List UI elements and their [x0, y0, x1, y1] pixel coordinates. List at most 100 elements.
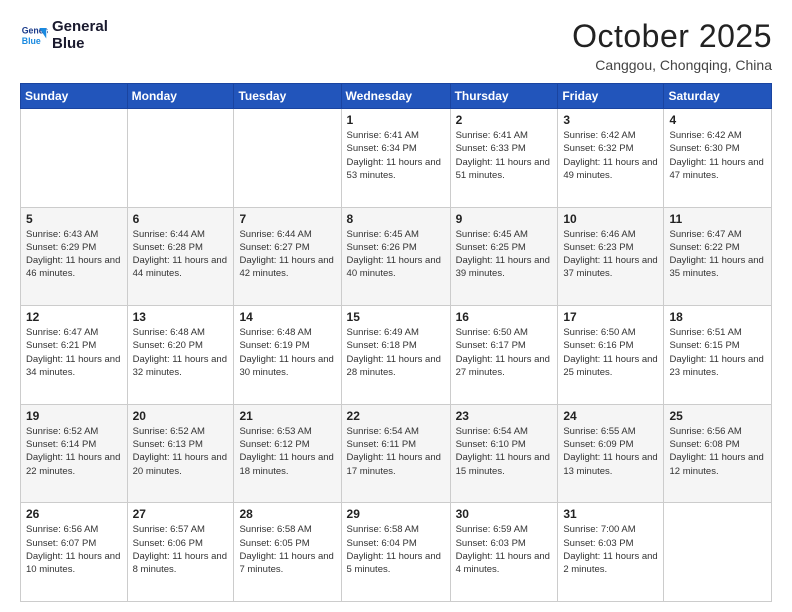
calendar: SundayMondayTuesdayWednesdayThursdayFrid… [20, 83, 772, 602]
calendar-cell: 6 Sunrise: 6:44 AMSunset: 6:28 PMDaylight… [127, 207, 234, 306]
day-number: 31 [563, 507, 658, 521]
calendar-cell: 2 Sunrise: 6:41 AMSunset: 6:33 PMDaylight… [450, 109, 558, 208]
day-info: Sunrise: 6:54 AMSunset: 6:11 PMDaylight:… [347, 425, 445, 478]
title-block: October 2025 Canggou, Chongqing, China [572, 18, 772, 73]
day-info: Sunrise: 6:52 AMSunset: 6:14 PMDaylight:… [26, 425, 122, 478]
day-info: Sunrise: 6:45 AMSunset: 6:25 PMDaylight:… [456, 228, 553, 281]
calendar-cell: 16 Sunrise: 6:50 AMSunset: 6:17 PMDayligh… [450, 306, 558, 405]
day-header-monday: Monday [127, 84, 234, 109]
calendar-cell [234, 109, 341, 208]
calendar-cell: 17 Sunrise: 6:50 AMSunset: 6:16 PMDayligh… [558, 306, 664, 405]
day-number: 18 [669, 310, 766, 324]
day-number: 11 [669, 212, 766, 226]
day-info: Sunrise: 6:43 AMSunset: 6:29 PMDaylight:… [26, 228, 122, 281]
calendar-cell: 25 Sunrise: 6:56 AMSunset: 6:08 PMDayligh… [664, 404, 772, 503]
calendar-cell: 3 Sunrise: 6:42 AMSunset: 6:32 PMDaylight… [558, 109, 664, 208]
day-number: 3 [563, 113, 658, 127]
day-info: Sunrise: 6:41 AMSunset: 6:34 PMDaylight:… [347, 129, 445, 182]
day-number: 13 [133, 310, 229, 324]
calendar-cell: 20 Sunrise: 6:52 AMSunset: 6:13 PMDayligh… [127, 404, 234, 503]
day-info: Sunrise: 6:48 AMSunset: 6:20 PMDaylight:… [133, 326, 229, 379]
day-header-thursday: Thursday [450, 84, 558, 109]
svg-text:Blue: Blue [22, 36, 41, 46]
day-number: 5 [26, 212, 122, 226]
calendar-cell: 1Sunrise: 6:41 AMSunset: 6:34 PMDaylight… [341, 109, 450, 208]
day-info: Sunrise: 7:00 AMSunset: 6:03 PMDaylight:… [563, 523, 658, 576]
day-info: Sunrise: 6:44 AMSunset: 6:27 PMDaylight:… [239, 228, 335, 281]
day-number: 10 [563, 212, 658, 226]
calendar-cell: 31 Sunrise: 7:00 AMSunset: 6:03 PMDayligh… [558, 503, 664, 602]
day-info: Sunrise: 6:46 AMSunset: 6:23 PMDaylight:… [563, 228, 658, 281]
calendar-cell: 11 Sunrise: 6:47 AMSunset: 6:22 PMDayligh… [664, 207, 772, 306]
calendar-cell: 4Sunrise: 6:42 AMSunset: 6:30 PMDaylight… [664, 109, 772, 208]
day-info: Sunrise: 6:50 AMSunset: 6:17 PMDaylight:… [456, 326, 553, 379]
day-number: 26 [26, 507, 122, 521]
day-number: 19 [26, 409, 122, 423]
day-info: Sunrise: 6:41 AMSunset: 6:33 PMDaylight:… [456, 129, 553, 182]
calendar-cell: 15 Sunrise: 6:49 AMSunset: 6:18 PMDayligh… [341, 306, 450, 405]
day-number: 28 [239, 507, 335, 521]
day-number: 24 [563, 409, 658, 423]
day-info: Sunrise: 6:52 AMSunset: 6:13 PMDaylight:… [133, 425, 229, 478]
day-info: Sunrise: 6:48 AMSunset: 6:19 PMDaylight:… [239, 326, 335, 379]
day-info: Sunrise: 6:59 AMSunset: 6:03 PMDaylight:… [456, 523, 553, 576]
day-info: Sunrise: 6:51 AMSunset: 6:15 PMDaylight:… [669, 326, 766, 379]
location-subtitle: Canggou, Chongqing, China [572, 57, 772, 73]
calendar-cell [127, 109, 234, 208]
day-number: 15 [347, 310, 445, 324]
day-header-friday: Friday [558, 84, 664, 109]
calendar-cell: 8 Sunrise: 6:45 AMSunset: 6:26 PMDaylight… [341, 207, 450, 306]
day-number: 22 [347, 409, 445, 423]
calendar-cell: 12 Sunrise: 6:47 AMSunset: 6:21 PMDayligh… [21, 306, 128, 405]
day-info: Sunrise: 6:50 AMSunset: 6:16 PMDaylight:… [563, 326, 658, 379]
calendar-cell: 13 Sunrise: 6:48 AMSunset: 6:20 PMDayligh… [127, 306, 234, 405]
logo-text: General Blue [52, 18, 108, 53]
day-info: Sunrise: 6:47 AMSunset: 6:21 PMDaylight:… [26, 326, 122, 379]
day-number: 27 [133, 507, 229, 521]
day-number: 20 [133, 409, 229, 423]
day-number: 8 [347, 212, 445, 226]
calendar-cell: 9 Sunrise: 6:45 AMSunset: 6:25 PMDaylight… [450, 207, 558, 306]
calendar-cell: 30Sunrise: 6:59 AMSunset: 6:03 PMDayligh… [450, 503, 558, 602]
day-info: Sunrise: 6:56 AMSunset: 6:08 PMDaylight:… [669, 425, 766, 478]
day-info: Sunrise: 6:42 AMSunset: 6:32 PMDaylight:… [563, 129, 658, 182]
day-number: 9 [456, 212, 553, 226]
calendar-cell: 24 Sunrise: 6:55 AMSunset: 6:09 PMDayligh… [558, 404, 664, 503]
day-number: 16 [456, 310, 553, 324]
day-info: Sunrise: 6:49 AMSunset: 6:18 PMDaylight:… [347, 326, 445, 379]
day-header-wednesday: Wednesday [341, 84, 450, 109]
day-number: 6 [133, 212, 229, 226]
calendar-cell: 10 Sunrise: 6:46 AMSunset: 6:23 PMDayligh… [558, 207, 664, 306]
day-info: Sunrise: 6:58 AMSunset: 6:05 PMDaylight:… [239, 523, 335, 576]
day-info: Sunrise: 6:54 AMSunset: 6:10 PMDaylight:… [456, 425, 553, 478]
calendar-cell [664, 503, 772, 602]
calendar-cell: 21 Sunrise: 6:53 AMSunset: 6:12 PMDayligh… [234, 404, 341, 503]
day-info: Sunrise: 6:55 AMSunset: 6:09 PMDaylight:… [563, 425, 658, 478]
day-info: Sunrise: 6:42 AMSunset: 6:30 PMDaylight:… [669, 129, 766, 182]
day-number: 21 [239, 409, 335, 423]
day-info: Sunrise: 6:47 AMSunset: 6:22 PMDaylight:… [669, 228, 766, 281]
day-info: Sunrise: 6:57 AMSunset: 6:06 PMDaylight:… [133, 523, 229, 576]
day-number: 17 [563, 310, 658, 324]
day-number: 25 [669, 409, 766, 423]
day-info: Sunrise: 6:58 AMSunset: 6:04 PMDaylight:… [347, 523, 445, 576]
calendar-cell: 22 Sunrise: 6:54 AMSunset: 6:11 PMDayligh… [341, 404, 450, 503]
day-info: Sunrise: 6:53 AMSunset: 6:12 PMDaylight:… [239, 425, 335, 478]
day-number: 14 [239, 310, 335, 324]
day-number: 12 [26, 310, 122, 324]
day-number: 23 [456, 409, 553, 423]
day-header-saturday: Saturday [664, 84, 772, 109]
day-info: Sunrise: 6:44 AMSunset: 6:28 PMDaylight:… [133, 228, 229, 281]
day-header-tuesday: Tuesday [234, 84, 341, 109]
day-number: 7 [239, 212, 335, 226]
calendar-cell: 14 Sunrise: 6:48 AMSunset: 6:19 PMDayligh… [234, 306, 341, 405]
logo-icon: General Blue [20, 21, 48, 49]
logo: General Blue General Blue [20, 18, 108, 53]
day-number: 2 [456, 113, 553, 127]
calendar-cell: 7 Sunrise: 6:44 AMSunset: 6:27 PMDaylight… [234, 207, 341, 306]
day-number: 29 [347, 507, 445, 521]
day-info: Sunrise: 6:45 AMSunset: 6:26 PMDaylight:… [347, 228, 445, 281]
calendar-cell: 28 Sunrise: 6:58 AMSunset: 6:05 PMDayligh… [234, 503, 341, 602]
calendar-cell: 5 Sunrise: 6:43 AMSunset: 6:29 PMDaylight… [21, 207, 128, 306]
calendar-cell: 26Sunrise: 6:56 AMSunset: 6:07 PMDayligh… [21, 503, 128, 602]
